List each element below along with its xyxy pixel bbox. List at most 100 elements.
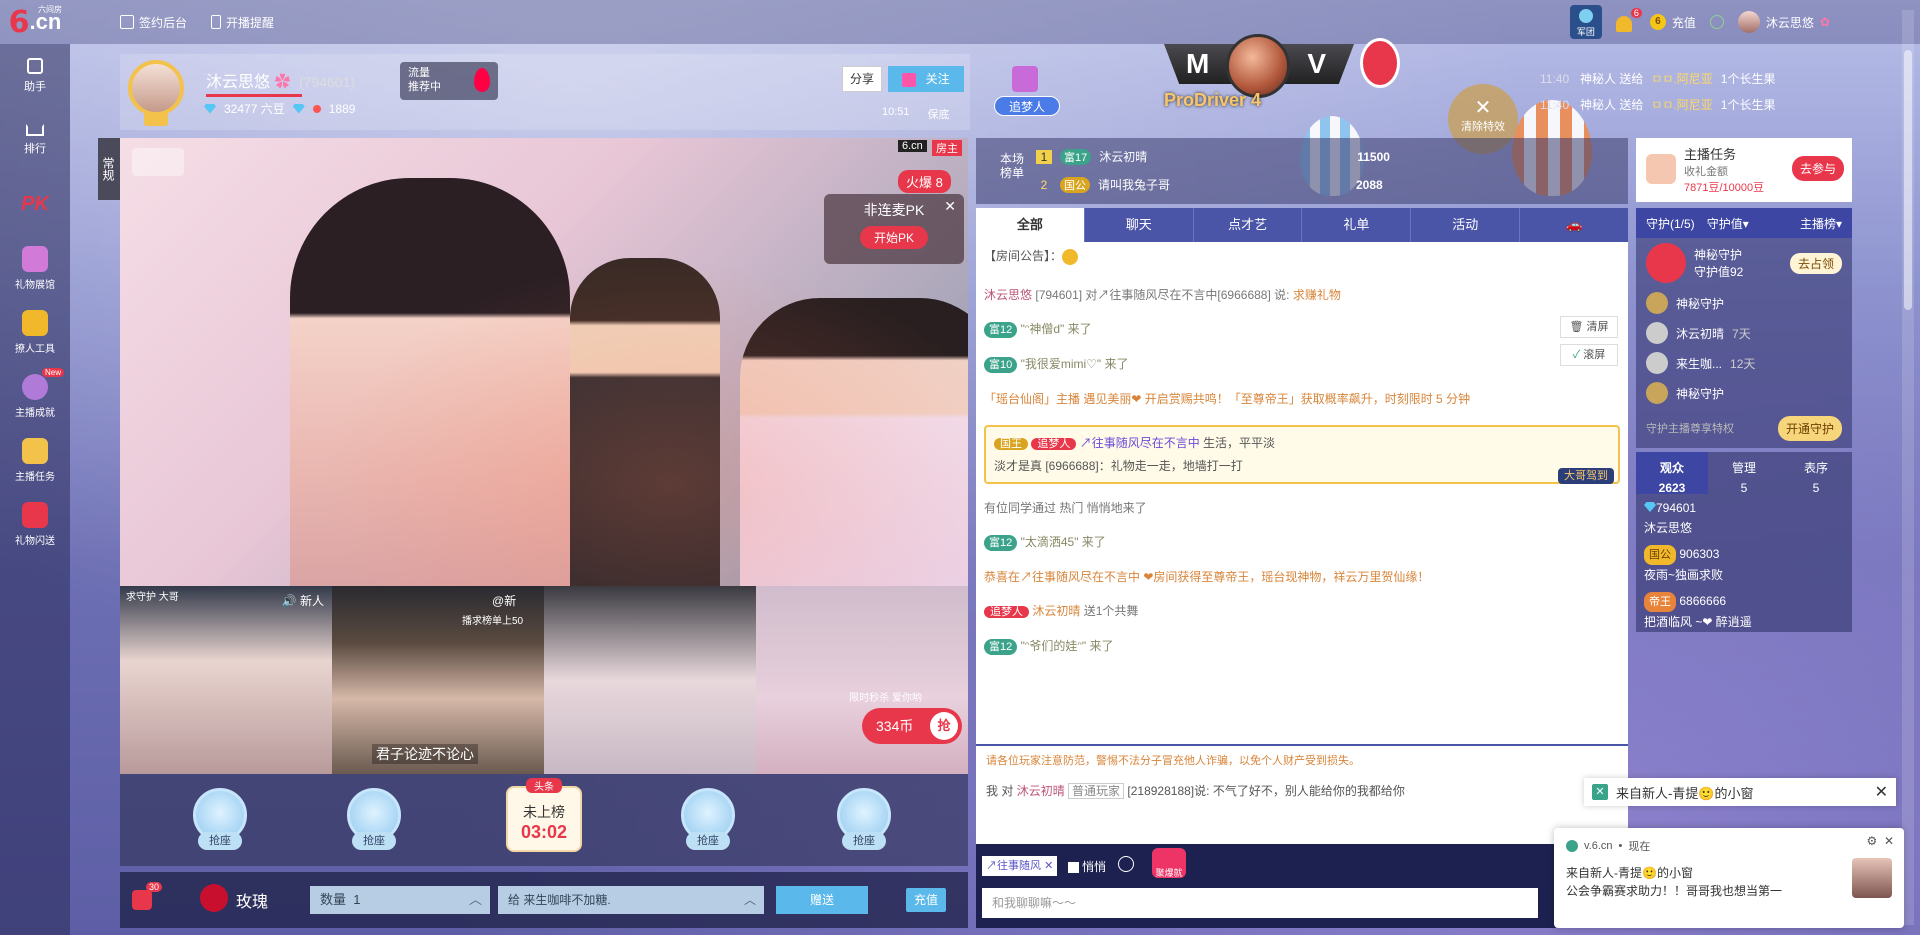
chat-level: 富12 (984, 638, 1018, 655)
quick-gift-button[interactable]: 聚爆就 (1152, 848, 1186, 878)
chat-id: [218928188]说: (1127, 784, 1210, 798)
nav-pk[interactable]: PK (0, 172, 70, 236)
video-stream[interactable]: 6.cn 房主 火爆 8 非连麦PK 开始PK ✕ 求守护 大哥 🔊 新人 @新… (120, 138, 968, 774)
check-circle-icon (1709, 15, 1724, 29)
mic-thumb-4[interactable]: 限时秒杀 爱你哟 334币 抢 (756, 586, 968, 774)
live-remind-link[interactable]: 开播提醒 (211, 14, 274, 31)
chat-user[interactable]: ↗往事随风尽在不言中 (1080, 436, 1200, 450)
dream-badge[interactable]: 追梦人 (990, 66, 1062, 116)
tab-manager[interactable]: 管理 5 (1708, 452, 1780, 495)
tab-all[interactable]: 全部 (976, 208, 1085, 242)
gift-box-count: 30 (145, 882, 162, 892)
seat-4[interactable]: 抢座 (832, 788, 896, 852)
start-pk-button[interactable]: 开始PK (859, 226, 928, 249)
nav-tools[interactable]: 撩人工具 (0, 300, 70, 364)
normal-mode-tab[interactable]: 常规 (98, 138, 120, 200)
clear-screen-button[interactable]: 🗑 清屏 (1560, 316, 1618, 338)
chat-user[interactable]: 沐云初晴 (1032, 604, 1080, 618)
send-gift-button[interactable]: 赠送 (776, 886, 868, 914)
bell-button[interactable]: 6 (1615, 8, 1642, 32)
site-logo[interactable]: 6 .cn 六间房 (0, 0, 70, 44)
nav-assistant-label: 助手 (24, 81, 46, 93)
guard-top[interactable]: 神秘守护 守护值92 去占领 (1636, 238, 1852, 288)
recipient-select[interactable]: 给 来生咖啡不加糖. ︿ (498, 886, 764, 914)
seat-3[interactable]: 抢座 (676, 788, 740, 852)
nav-gift-hall[interactable]: 礼物展馆 (0, 236, 70, 300)
rank-row[interactable]: 2 国公 请叫我兔子哥 2088 (1036, 176, 1383, 193)
tab-talent[interactable]: 点才艺 (1194, 208, 1303, 242)
page-scrollbar[interactable] (1902, 10, 1914, 925)
seat-1[interactable]: 抢座 (188, 788, 252, 852)
gift-box-button[interactable]: 30 (132, 882, 162, 910)
window-icon: ✕ (1592, 784, 1608, 800)
audience-item[interactable]: 794601 沐云思悠 (1636, 498, 1852, 538)
follow-button[interactable]: 关注 (888, 66, 964, 92)
share-button[interactable]: 分享 (842, 66, 882, 92)
mic-thumb-3[interactable] (544, 586, 756, 774)
nav-achievement[interactable]: New 主播成就 (0, 364, 70, 428)
chat-role: 普通玩家 (1068, 783, 1125, 799)
nav-flash-gift[interactable]: 礼物闪送 (0, 492, 70, 556)
mic-thumb-2[interactable]: @新 播求榜单上50 君子论迹不论心 (332, 586, 544, 774)
sign-backend-link[interactable]: 签约后台 (120, 14, 187, 31)
game-banner[interactable]: M V ProDriver 4 (1160, 34, 1400, 114)
tab-gift-list[interactable]: 礼单 (1302, 208, 1412, 242)
guard-item[interactable]: 来生咖... 12天 (1636, 348, 1852, 378)
legion-button[interactable]: 军团 (1569, 5, 1602, 39)
scroll-screen-button[interactable]: ✓ 滚屏 (1560, 344, 1618, 366)
tab-audience[interactable]: 观众 2623 (1636, 452, 1708, 495)
chat-message: 富12 "ᵔ神僧d" 来了 (984, 321, 1620, 338)
notification-time: 现在 (1628, 841, 1651, 853)
small-window-toast[interactable]: ✕ 来自新人-青提🙂的小窗 ✕ (1584, 778, 1896, 806)
recharge-button[interactable]: 充值 (906, 888, 946, 912)
guard-item[interactable]: 沐云初晴 7天 (1636, 318, 1852, 348)
chat-input[interactable]: 和我聊聊嘛～～ (982, 888, 1538, 918)
headline-timer: 03:02 (520, 822, 568, 842)
scrollbar-thumb[interactable] (1904, 50, 1912, 310)
chat-user[interactable]: 沐云思悠 (984, 288, 1032, 302)
rank-row[interactable]: 1 富17 沐云初晴 11500 (1036, 148, 1390, 165)
anchor-rank-tab[interactable]: 主播榜▾ (1800, 215, 1842, 232)
nav-assistant[interactable]: 助手 (0, 44, 70, 108)
tab-order[interactable]: 表序 5 (1780, 452, 1852, 495)
notification-controls[interactable]: ⚙ ✕ (1867, 834, 1894, 848)
quantity-select[interactable]: 数量 1 ︿ (310, 886, 490, 914)
close-icon[interactable]: ✕ (1875, 782, 1888, 802)
chat-text-2: 淡才是真 [6966688]：礼物走一走，地墙打一打 (994, 458, 1243, 473)
close-icon[interactable]: ✕ (944, 198, 956, 215)
tab-chat[interactable]: 聊天 (1085, 208, 1194, 242)
seat-2[interactable]: 抢座 (342, 788, 406, 852)
gift-feed-row: 11:40 神秘人 送给 ㅁㅁ.阿尼亚 1个长生果 (1540, 66, 1830, 92)
private-checkbox[interactable]: 悄悄 (1068, 858, 1106, 875)
guard-tab[interactable]: 守护(1/5) (1646, 215, 1695, 232)
nav-task[interactable]: 主播任务 (0, 428, 70, 492)
browser-notification[interactable]: v.6.cn • 现在 ⚙ ✕ 来自新人-青提🙂的小窗 公会争霸赛求助力！！哥哥… (1554, 828, 1904, 928)
game-mascot-icon (1360, 38, 1400, 88)
tab-car[interactable]: 🚗 (1520, 208, 1628, 242)
chat-panel: 全部 聊天 点才艺 礼单 活动 🚗 【房间公告】： 沐云思悠 [794601] … (976, 208, 1628, 744)
flash-sale-button[interactable]: 334币 抢 (862, 708, 962, 744)
anchor-avatar[interactable] (126, 56, 186, 126)
chat-message: 富10 "我很爱mimi♡" 来了 (984, 356, 1620, 373)
task-join-button[interactable]: 去参与 (1791, 156, 1844, 181)
headline-seat[interactable]: 头条 未上榜 03:02 (506, 778, 582, 852)
mic-thumb-1[interactable]: 求守护 大哥 🔊 新人 (120, 586, 332, 774)
occupy-button[interactable]: 去占领 (1789, 252, 1842, 274)
tab-activity[interactable]: 活动 (1411, 208, 1521, 242)
audience-item[interactable]: 国公 906303 夜雨~独画求败 (1636, 544, 1852, 585)
rank-level: 富17 (1060, 148, 1092, 165)
flow-recommend[interactable]: 流量 推荐中 (400, 62, 498, 100)
guard-item[interactable]: 神秘守护 (1636, 378, 1852, 408)
guard-name: 沐云初晴 (1676, 326, 1725, 341)
guard-sort[interactable]: 守护值▾ (1707, 215, 1749, 232)
user-menu[interactable]: 沐云思悠 ✿ (1737, 11, 1830, 33)
emoji-icon[interactable] (1118, 856, 1134, 872)
audience-item[interactable]: 帝王 6866666 把酒临风 ~❤ 醉逍遥 (1636, 591, 1852, 632)
price-tag: 限时秒杀 爱你哟 (849, 693, 922, 704)
chat-user[interactable]: 沐云初晴 (1017, 784, 1065, 798)
nav-rank[interactable]: 排行 (0, 108, 70, 172)
guard-item[interactable]: 神秘守护 (1636, 288, 1852, 318)
chat-target-select[interactable]: ↗往事随风 ✕ (982, 856, 1058, 876)
open-guard-button[interactable]: 开通守护 (1777, 415, 1842, 441)
recharge-link[interactable]: 6 充值 (1649, 14, 1696, 31)
